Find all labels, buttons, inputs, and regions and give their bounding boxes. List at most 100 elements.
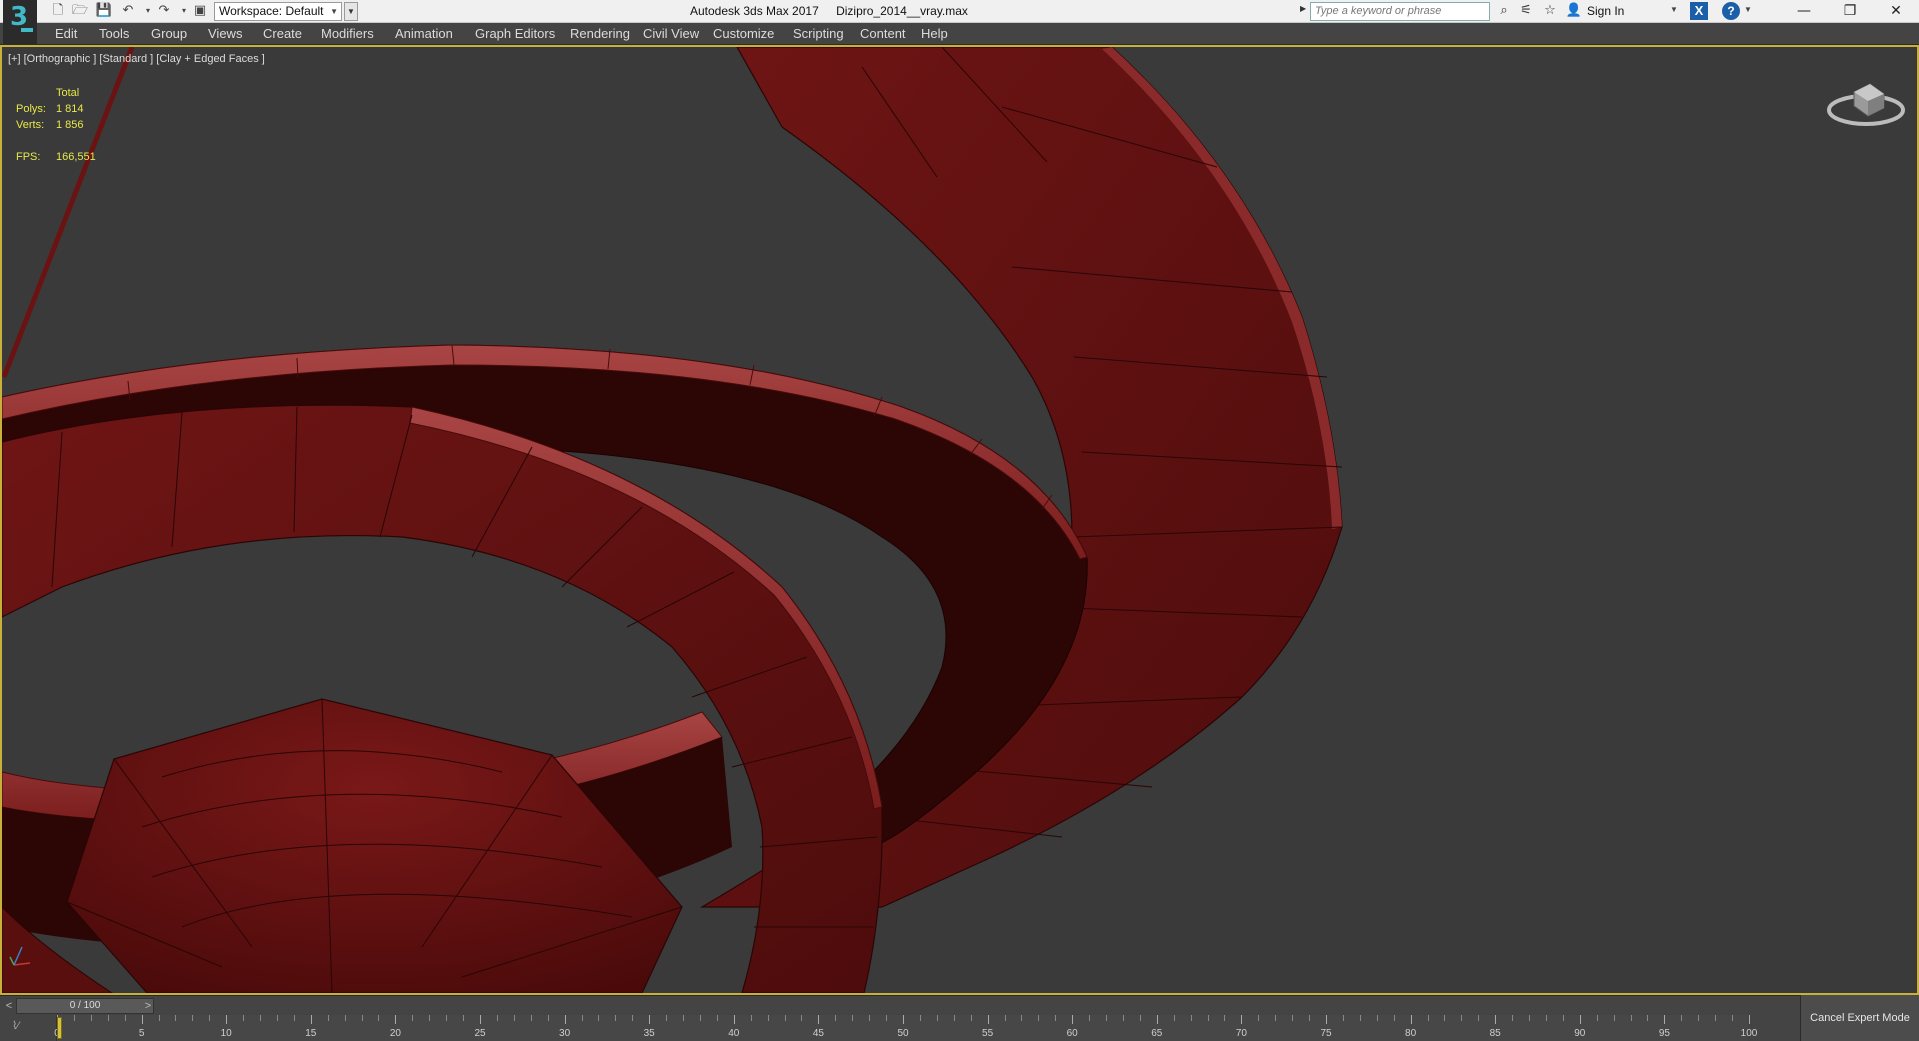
app-logo[interactable]: 3 bbox=[3, 0, 37, 44]
track-tick bbox=[395, 1015, 397, 1024]
communication-icon[interactable]: ⚟ bbox=[1516, 2, 1536, 20]
search-input[interactable]: Type a keyword or phrase bbox=[1310, 2, 1490, 21]
track-tick bbox=[1309, 1015, 1311, 1021]
track-tick bbox=[1326, 1015, 1327, 1024]
track-tick bbox=[412, 1015, 414, 1021]
menu-civil-view[interactable]: Civil View bbox=[643, 26, 699, 41]
track-tick bbox=[1241, 1015, 1243, 1024]
sign-in-button[interactable]: Sign In bbox=[1587, 4, 1624, 18]
track-tick bbox=[1562, 1015, 1564, 1021]
dome-mesh bbox=[66, 698, 683, 993]
track-tick bbox=[903, 1015, 904, 1024]
track-tick bbox=[1072, 1015, 1074, 1024]
open-file-icon[interactable]: 🗁 bbox=[70, 2, 90, 20]
track-tick bbox=[243, 1015, 245, 1021]
track-tick bbox=[615, 1015, 617, 1021]
track-tick bbox=[1021, 1015, 1023, 1021]
time-slider-thumb[interactable]: 0 / 100 bbox=[16, 998, 154, 1014]
track-tick bbox=[1495, 1015, 1497, 1024]
track-tick bbox=[327, 1015, 329, 1021]
viewcube-icon[interactable] bbox=[1826, 74, 1906, 136]
title-bar: 🗋 🗁 💾 ↶ ▾ ↷ ▾ ▣ Workspace: Default ▼ ▼ A… bbox=[0, 0, 1919, 23]
menu-content[interactable]: Content bbox=[860, 26, 906, 41]
save-icon[interactable]: 💾 bbox=[94, 2, 114, 20]
menu-bar: Edit Tools Group Views Create Modifiers … bbox=[0, 23, 1919, 45]
track-tick bbox=[530, 1015, 532, 1021]
undo-icon[interactable]: ↶ bbox=[118, 2, 138, 20]
workspace-value: Workspace: Default bbox=[219, 4, 324, 18]
workspace-dropdown[interactable]: Workspace: Default ▼ bbox=[214, 2, 342, 21]
track-tick bbox=[192, 1015, 194, 1021]
menu-rendering[interactable]: Rendering bbox=[570, 26, 630, 41]
menu-views[interactable]: Views bbox=[208, 26, 242, 41]
statistics-overlay: Total Polys: 1 814 Verts: 1 856 FPS: 166,55… bbox=[16, 85, 126, 165]
track-tick-label: 90 bbox=[1574, 1028, 1586, 1039]
track-tick-label: 45 bbox=[812, 1028, 824, 1039]
track-tick bbox=[209, 1015, 211, 1021]
track-tick bbox=[1393, 1015, 1395, 1021]
menu-edit[interactable]: Edit bbox=[55, 26, 77, 41]
fps-value: 166,551 bbox=[56, 151, 96, 163]
viewport-orthographic[interactable]: [+] [Orthographic ] [Standard ] [Clay + … bbox=[0, 45, 1919, 995]
track-tick bbox=[1545, 1015, 1547, 1021]
help-icon[interactable]: ? bbox=[1722, 2, 1740, 20]
track-tick-label: 5 bbox=[138, 1028, 145, 1039]
track-tick bbox=[886, 1015, 888, 1021]
track-tick-label: 85 bbox=[1489, 1028, 1501, 1039]
current-frame-marker[interactable] bbox=[57, 1017, 62, 1039]
menu-modifiers[interactable]: Modifiers bbox=[321, 26, 374, 41]
track-tick bbox=[716, 1015, 718, 1021]
chevron-down-icon[interactable]: ▼ bbox=[1670, 5, 1678, 14]
track-tick-label: 30 bbox=[559, 1028, 571, 1039]
track-tick bbox=[581, 1015, 583, 1021]
new-file-icon[interactable]: 🗋 bbox=[48, 2, 68, 20]
track-tick bbox=[175, 1015, 177, 1021]
track-tick bbox=[429, 1015, 431, 1021]
menu-create[interactable]: Create bbox=[263, 26, 302, 41]
track-tick bbox=[852, 1015, 854, 1021]
menu-animation[interactable]: Animation bbox=[395, 26, 453, 41]
project-icon[interactable]: ▣ bbox=[190, 2, 210, 20]
track-tick bbox=[953, 1015, 955, 1021]
track-tick bbox=[801, 1015, 803, 1021]
track-tick bbox=[1681, 1015, 1683, 1021]
binoculars-icon[interactable]: ⌕ bbox=[1494, 2, 1514, 20]
menu-group[interactable]: Group bbox=[151, 26, 187, 41]
track-tick bbox=[1207, 1015, 1209, 1021]
track-tick bbox=[1478, 1015, 1480, 1021]
exchange-icon[interactable]: X bbox=[1690, 2, 1708, 20]
track-tick-label: 75 bbox=[1320, 1028, 1332, 1039]
track-tick bbox=[1630, 1015, 1632, 1021]
track-tick bbox=[835, 1015, 837, 1021]
favorites-icon[interactable]: ☆ bbox=[1540, 2, 1560, 20]
menu-graph-editors[interactable]: Graph Editors bbox=[475, 26, 555, 41]
close-icon[interactable]: ✕ bbox=[1873, 0, 1919, 22]
track-tick bbox=[1732, 1015, 1734, 1021]
viewport-label[interactable]: [+] [Orthographic ] [Standard ] [Clay + … bbox=[8, 53, 265, 65]
track-tick bbox=[649, 1015, 651, 1024]
menu-tools[interactable]: Tools bbox=[99, 26, 129, 41]
redo-icon[interactable]: ↷ bbox=[154, 2, 174, 20]
cancel-expert-mode-button[interactable]: Cancel Expert Mode bbox=[1800, 995, 1919, 1041]
menu-scripting[interactable]: Scripting bbox=[793, 26, 844, 41]
time-slider-prev-button[interactable]: < bbox=[2, 998, 16, 1014]
track-tick bbox=[936, 1015, 938, 1021]
app-name: Autodesk 3ds Max 2017 bbox=[690, 4, 819, 18]
menu-help[interactable]: Help bbox=[921, 26, 948, 41]
menu-customize[interactable]: Customize bbox=[713, 26, 774, 41]
restore-icon[interactable]: ❐ bbox=[1827, 0, 1873, 22]
track-tick bbox=[1275, 1015, 1277, 1021]
chevron-down-icon[interactable]: ▼ bbox=[1744, 5, 1752, 14]
track-tick bbox=[1664, 1015, 1666, 1024]
track-bar-ruler[interactable]: 0510152025303540455055606570758085909510… bbox=[54, 1015, 1757, 1041]
curve-editor-icon[interactable]: ⌇⁄ bbox=[12, 1019, 19, 1032]
track-tick bbox=[987, 1015, 989, 1024]
minimize-icon[interactable]: — bbox=[1781, 0, 1827, 22]
track-tick bbox=[496, 1015, 498, 1021]
track-tick bbox=[1715, 1015, 1717, 1021]
quick-access-customize-icon[interactable]: ▼ bbox=[344, 2, 358, 21]
search-expand-icon[interactable]: ▶ bbox=[1300, 4, 1306, 13]
time-slider-next-button[interactable]: > bbox=[141, 998, 155, 1014]
track-tick bbox=[1359, 1015, 1361, 1021]
track-tick bbox=[1444, 1015, 1446, 1021]
